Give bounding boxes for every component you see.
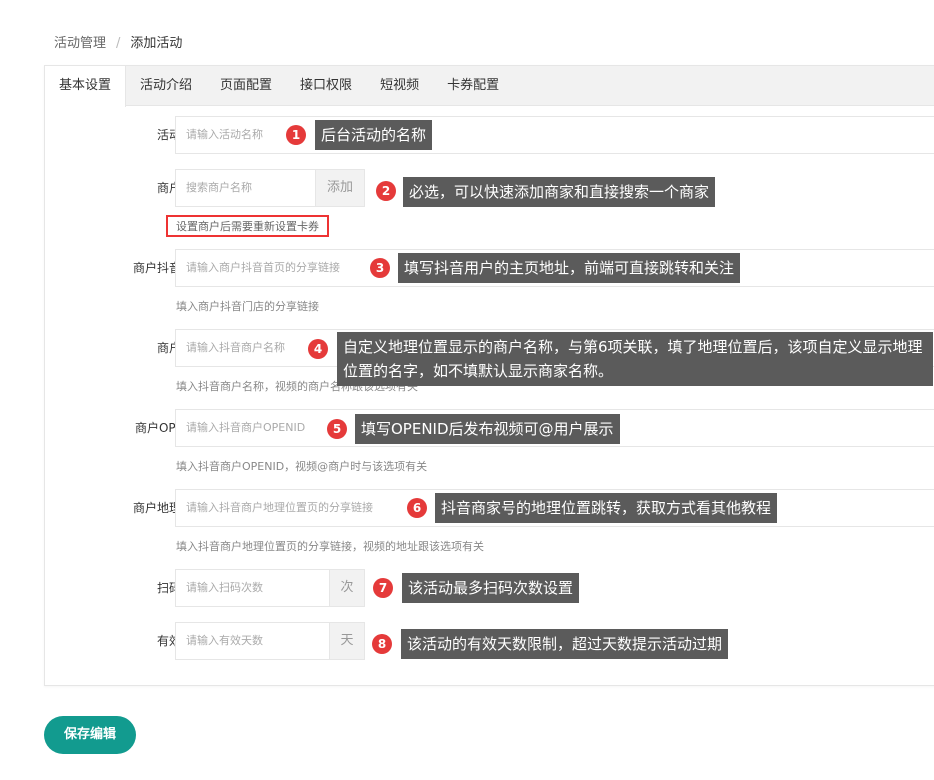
annotation-badge-2: 2 [376,181,396,201]
annotation-badge-6: 6 [407,498,427,518]
tab-short-video[interactable]: 短视频 [366,66,433,106]
tab-page-config[interactable]: 页面配置 [206,66,286,106]
tab-bar: 基本设置 活动介绍 页面配置 接口权限 短视频 卡券配置 [45,66,934,107]
annotation-tip-2: 必选，可以快速添加商家和直接搜索一个商家 [403,177,716,207]
breadcrumb-separator: / [116,36,121,51]
annotation-tip-4: 自定义地理位置显示的商户名称，与第6项关联，填了地理位置后，该项自定义显示地理位… [337,332,933,386]
tab-api-permissions[interactable]: 接口权限 [286,66,366,106]
annotation-tip-7: 该活动最多扫码次数设置 [402,573,580,603]
scan-count-input[interactable]: 请输入扫码次数 [175,569,330,607]
tab-basic-settings[interactable]: 基本设置 [45,66,127,107]
tab-coupon-config[interactable]: 卡券配置 [433,66,513,106]
annotation-badge-1: 1 [286,125,306,145]
annotation-tip-3: 填写抖音用户的主页地址，前端可直接跳转和关注 [398,253,741,283]
merchant-hint: 设置商户后需要重新设置卡券 [166,215,329,237]
openid-hint: 填入抖音商户OPENID，视频@商户时与该选项有关 [176,460,428,473]
annotation-badge-7: 7 [373,578,393,598]
breadcrumb: 活动管理 / 添加活动 [54,32,182,51]
valid-days-input[interactable]: 请输入有效天数 [175,622,330,660]
tab-activity-intro[interactable]: 活动介绍 [126,66,206,106]
breadcrumb-parent[interactable]: 活动管理 [54,36,106,51]
annotation-badge-3: 3 [370,258,390,278]
save-edit-button[interactable]: 保存编辑 [44,716,136,754]
valid-days-unit: 天 [329,622,365,660]
annotation-tip-6: 抖音商家号的地理位置跳转，获取方式看其他教程 [435,493,778,523]
merchant-add-button[interactable]: 添加 [315,169,365,207]
annotation-tip-1: 后台活动的名称 [315,120,433,150]
annotation-badge-8: 8 [372,634,392,654]
annotation-tip-8: 该活动的有效天数限制，超过天数提示活动过期 [401,629,729,659]
breadcrumb-current: 添加活动 [130,36,183,51]
location-hint: 填入抖音商户地理位置页的分享链接，视频的地址跟该选项有关 [176,540,484,553]
scan-count-unit: 次 [329,569,365,607]
annotation-badge-4: 4 [308,339,328,359]
annotation-tip-5: 填写OPENID后发布视频可@用户展示 [355,414,620,444]
douyin-home-hint: 填入商户抖音门店的分享链接 [176,300,319,313]
annotation-badge-5: 5 [327,419,347,439]
merchant-search-input[interactable]: 搜索商户名称 [175,169,316,207]
